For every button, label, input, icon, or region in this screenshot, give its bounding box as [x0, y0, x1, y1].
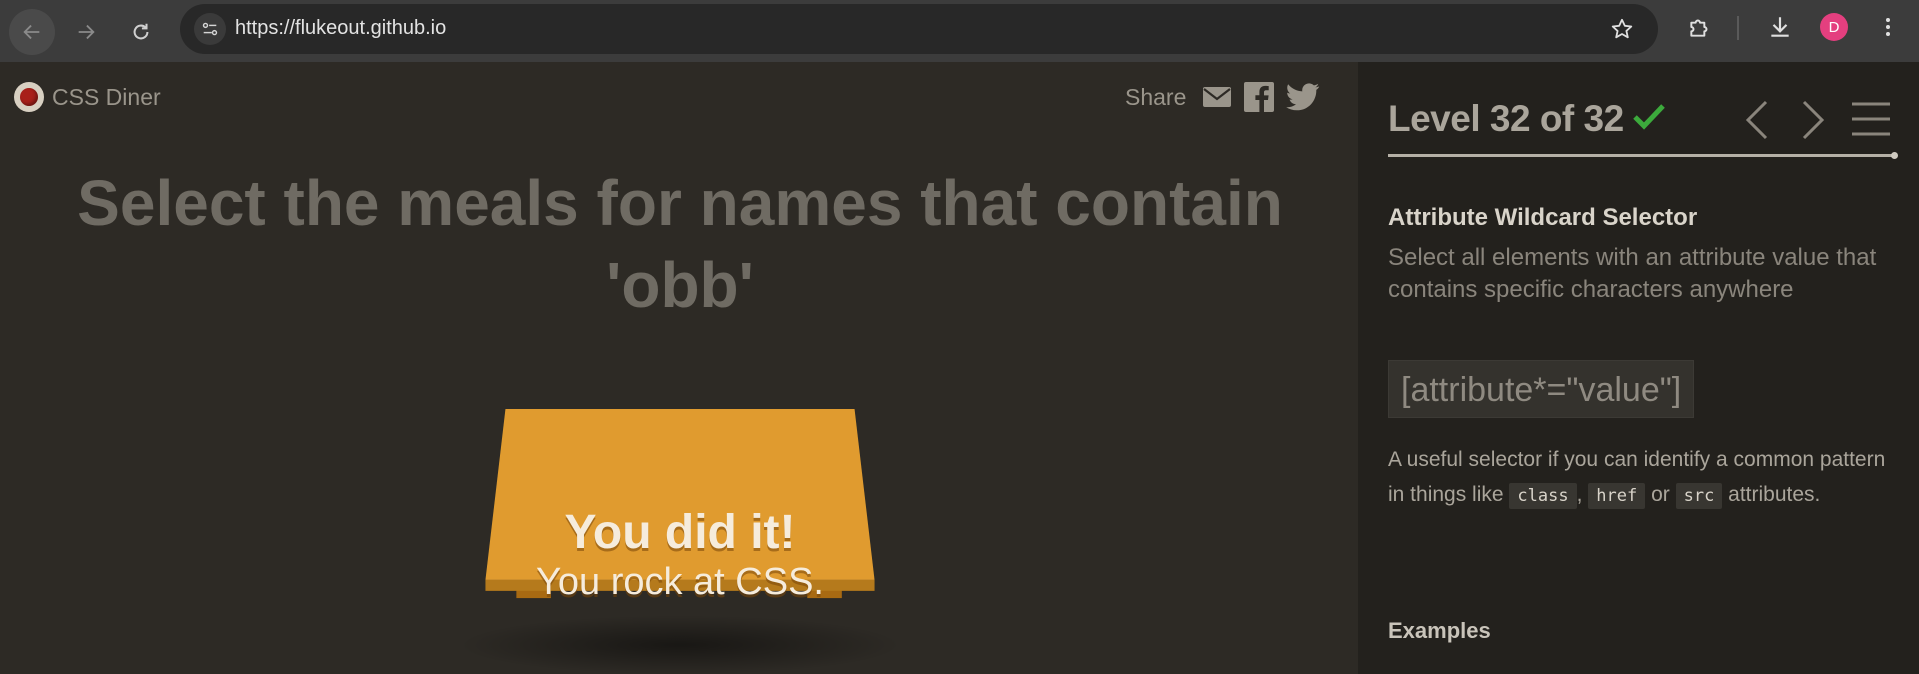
selector-help: A useful selector if you can identify a … — [1388, 442, 1888, 514]
level-sidebar: Level 32 of 32 Attribute Wildcard Select… — [1358, 62, 1919, 674]
win-message-title: You did it! — [564, 506, 796, 559]
back-icon — [23, 24, 40, 40]
selector-name: Attribute Wildcard Selector — [1388, 204, 1698, 231]
toolbar-divider — [1737, 16, 1739, 40]
downloads-button[interactable] — [1766, 13, 1794, 41]
code-src: src — [1675, 483, 1723, 509]
logo-plate-icon — [14, 82, 44, 112]
game-pane: CSS Diner Share Select the meals for nam… — [0, 62, 1358, 674]
bookmark-button[interactable] — [1610, 17, 1634, 46]
address-bar[interactable]: https://flukeout.github.io — [180, 4, 1658, 54]
help-text-end: attributes. — [1728, 483, 1821, 506]
level-progress-fill — [1388, 154, 1894, 157]
download-icon — [1771, 17, 1789, 37]
browser-toolbar: https://flukeout.github.io D — [0, 0, 1919, 62]
bookmark-star-icon — [1611, 18, 1633, 39]
selector-syntax: [attribute*="value"] — [1388, 360, 1695, 418]
table-shadow — [456, 615, 904, 674]
forward-button[interactable] — [63, 9, 109, 55]
twitter-icon[interactable] — [1286, 83, 1320, 111]
back-button[interactable] — [9, 9, 55, 55]
email-icon[interactable] — [1202, 85, 1232, 109]
extensions-icon — [1690, 19, 1708, 37]
logo-text: CSS Diner — [52, 83, 161, 110]
examples-heading: Examples — [1388, 618, 1491, 643]
win-message-subtitle: You rock at CSS. — [536, 561, 824, 603]
reload-button[interactable] — [118, 9, 164, 55]
dining-table: You did it! You rock at CSS. — [456, 409, 904, 674]
menu-icon[interactable] — [1850, 100, 1892, 138]
share-bar: Share — [1125, 82, 1320, 112]
chevron-left-icon[interactable] — [1742, 98, 1772, 142]
level-header: Level 32 of 32 — [1388, 98, 1624, 139]
more-vert-icon — [1886, 18, 1890, 36]
site-info-button[interactable] — [194, 13, 226, 45]
extensions-button[interactable] — [1686, 13, 1714, 41]
selector-description: Select all elements with an attribute va… — [1388, 244, 1877, 303]
forward-icon — [78, 24, 95, 40]
help-or: or — [1651, 483, 1670, 506]
browser-menu-button[interactable] — [1874, 13, 1902, 41]
reload-icon — [133, 23, 149, 40]
profile-avatar[interactable]: D — [1820, 13, 1848, 41]
help-comma: , — [1576, 483, 1583, 506]
checkmark-icon — [1633, 104, 1665, 130]
code-href: href — [1588, 483, 1646, 509]
level-progress-bar — [1388, 152, 1898, 159]
level-progress-marker — [1891, 152, 1898, 159]
url-text[interactable]: https://flukeout.github.io — [235, 17, 446, 40]
site-info-icon — [202, 22, 218, 36]
share-label: Share — [1125, 83, 1187, 110]
level-instruction: Select the meals for names that contain … — [77, 167, 1283, 321]
chevron-right-icon[interactable] — [1798, 98, 1828, 142]
logo[interactable]: CSS Diner — [14, 82, 161, 112]
facebook-icon[interactable] — [1244, 82, 1275, 112]
code-class: class — [1509, 483, 1577, 509]
